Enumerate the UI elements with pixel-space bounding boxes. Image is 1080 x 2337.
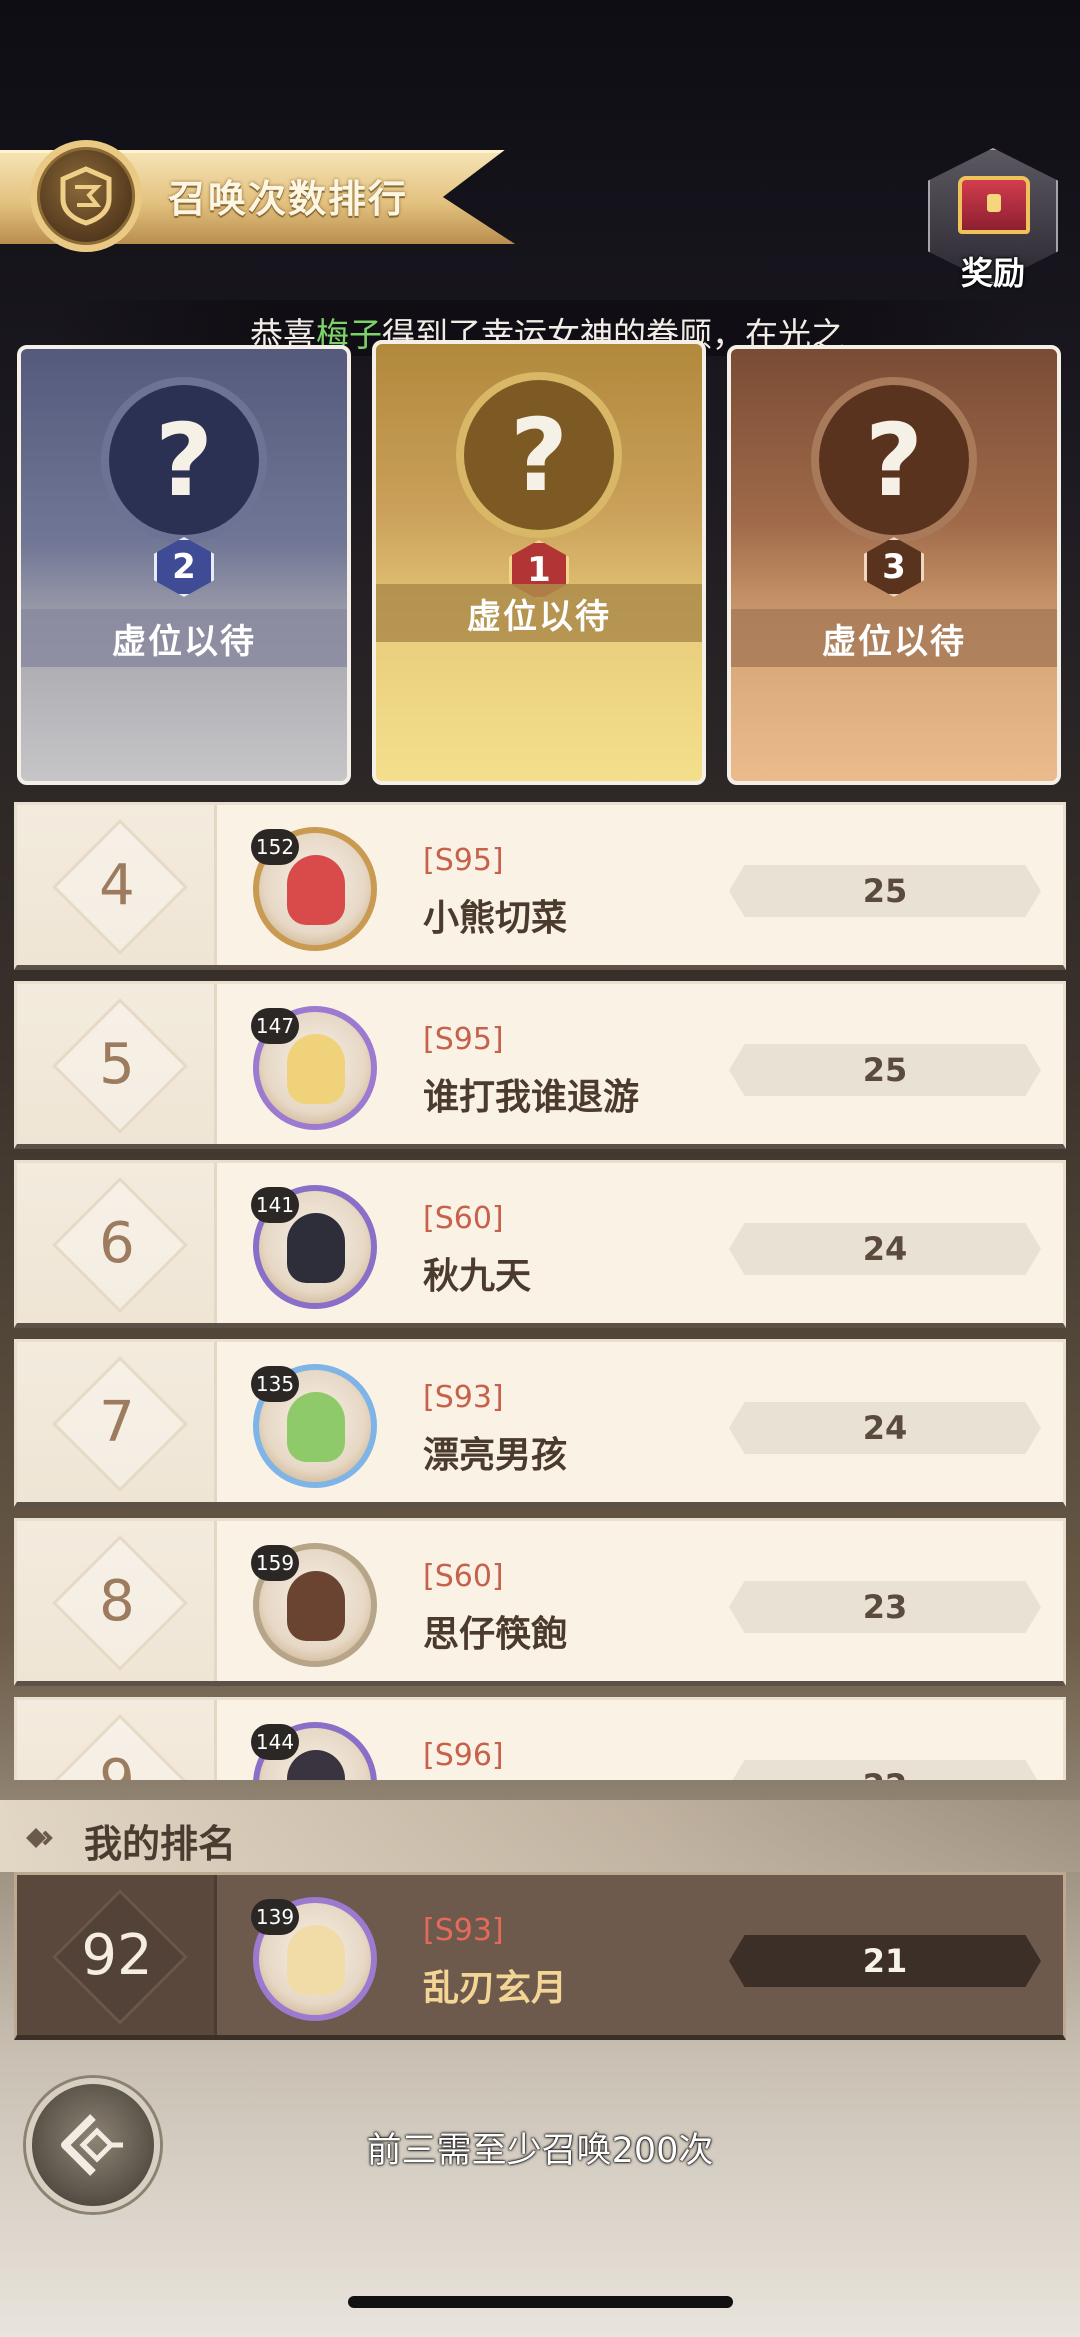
page-title: 召唤次数排行 <box>168 177 409 221</box>
my-rank-title: 我的排名 <box>84 1822 237 1866</box>
avatar-face <box>287 1750 345 1780</box>
level-badge: 159 <box>251 1545 299 1581</box>
server-tag: [S60] <box>423 1559 504 1594</box>
treasure-chest-icon <box>958 176 1030 234</box>
server-tag: [S96] <box>423 1738 504 1773</box>
podium-first[interactable]: ? 1 虚位以待 <box>372 340 706 785</box>
reward-button[interactable]: 奖励 <box>928 148 1058 296</box>
server-tag: [S93] <box>423 1380 504 1415</box>
avatar[interactable]: 139 <box>251 1897 377 2021</box>
diamond-arrow-icon <box>26 1828 53 1848</box>
summon-emblem-icon <box>30 140 142 252</box>
summon-count: 24 <box>729 1402 1041 1454</box>
server-tag: [S93] <box>423 1913 504 1948</box>
rank-number: 7 <box>99 1389 135 1455</box>
avatar-face <box>287 1571 345 1641</box>
level-badge: 147 <box>251 1008 299 1044</box>
rank-number: 5 <box>99 1031 135 1097</box>
rank-number: 6 <box>99 1210 135 1276</box>
server-tag: [S95] <box>423 843 504 878</box>
home-indicator[interactable] <box>348 2296 733 2308</box>
my-rank-row[interactable]: 92 139 [S93] 乱刃玄月 21 <box>14 1872 1066 2040</box>
podium-second[interactable]: ? 2 虚位以待 <box>17 345 351 785</box>
summon-count: 25 <box>729 1044 1041 1096</box>
level-badge: 141 <box>251 1187 299 1223</box>
rank-number: 9 <box>99 1747 135 1781</box>
avatar[interactable]: 135 <box>251 1364 377 1488</box>
rank-number: 4 <box>99 852 135 918</box>
avatar[interactable]: 159 <box>251 1543 377 1667</box>
level-badge: 144 <box>251 1724 299 1760</box>
avatar-face <box>287 855 345 925</box>
avatar[interactable]: 141 <box>251 1185 377 1309</box>
podium-first-label: 虚位以待 <box>376 584 702 642</box>
reward-label: 奖励 <box>960 254 1025 292</box>
podium-third-label: 虚位以待 <box>731 609 1057 667</box>
summon-count: 25 <box>729 865 1041 917</box>
avatar-face <box>287 1392 345 1462</box>
avatar-face <box>287 1213 345 1283</box>
player-name: 谁打我谁退游 <box>423 1077 640 1118</box>
avatar-face <box>287 1034 345 1104</box>
avatar[interactable]: 144 <box>251 1722 377 1780</box>
avatar[interactable]: 152 <box>251 827 377 951</box>
shield-icon <box>60 166 112 226</box>
rank-3-badge: 3 <box>864 537 924 597</box>
rank-number: 8 <box>99 1568 135 1634</box>
avatar-face <box>287 1925 345 1995</box>
server-tag: [S95] <box>423 1022 504 1057</box>
summon-count: 21 <box>729 1935 1041 1987</box>
podium-third[interactable]: ? 3 虚位以待 <box>727 345 1061 785</box>
question-mark-icon: ? <box>109 385 259 535</box>
level-badge: 135 <box>251 1366 299 1402</box>
ranking-row[interactable]: 6 141 [S60] 秋九天 24 <box>14 1160 1066 1328</box>
ranking-row[interactable]: 9 144 [S96] 22 <box>14 1697 1066 1780</box>
question-mark-icon: ? <box>464 380 614 530</box>
server-tag: [S60] <box>423 1201 504 1236</box>
player-name: 漂亮男孩 <box>423 1435 568 1476</box>
rank-2-badge: 2 <box>154 537 214 597</box>
summon-hint-text: 前三需至少召唤200次 <box>366 2131 714 2171</box>
player-name: 乱刃玄月 <box>423 1968 568 2009</box>
rank-number: 92 <box>81 1922 153 1988</box>
player-name: 思仔筷飽 <box>423 1614 568 1655</box>
player-name: 小熊切菜 <box>423 898 568 939</box>
question-mark-icon: ? <box>819 385 969 535</box>
summon-count: 22 <box>729 1760 1041 1780</box>
ranking-row[interactable]: 5 147 [S95] 谁打我谁退游 25 <box>14 981 1066 1149</box>
summon-count: 24 <box>729 1223 1041 1275</box>
podium-second-label: 虚位以待 <box>21 609 347 667</box>
summon-count: 23 <box>729 1581 1041 1633</box>
level-badge: 152 <box>251 829 299 865</box>
level-badge: 139 <box>251 1899 299 1935</box>
player-name: 秋九天 <box>423 1256 532 1297</box>
avatar[interactable]: 147 <box>251 1006 377 1130</box>
ranking-row[interactable]: 4 152 [S95] 小熊切菜 25 <box>14 802 1066 970</box>
ranking-row[interactable]: 7 135 [S93] 漂亮男孩 24 <box>14 1339 1066 1507</box>
ranking-row[interactable]: 8 159 [S60] 思仔筷飽 23 <box>14 1518 1066 1686</box>
ranking-list[interactable]: 4 152 [S95] 小熊切菜 25 5 147 [S95] 谁打我谁退游 2… <box>14 802 1066 1780</box>
